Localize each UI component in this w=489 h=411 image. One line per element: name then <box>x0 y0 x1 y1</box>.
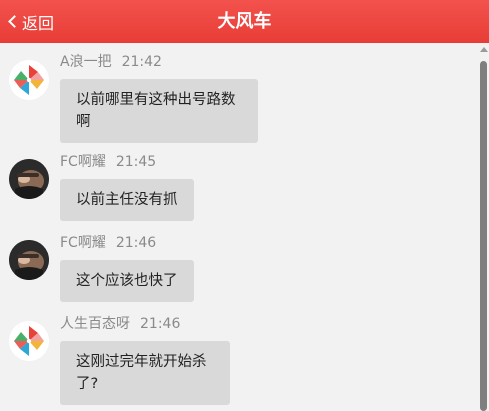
avatar[interactable] <box>9 60 49 100</box>
pinwheel-icon <box>9 321 49 361</box>
message-meta: FC啊耀 21:45 <box>60 151 156 171</box>
username[interactable]: 人生百态呀 <box>60 316 130 332</box>
page-title: 大风车 <box>217 11 272 32</box>
timestamp: 21:46 <box>140 316 181 332</box>
user-photo-icon <box>9 240 49 280</box>
message-meta: 人生百态呀 21:46 <box>60 313 180 333</box>
scrollbar-thumb[interactable] <box>480 61 487 411</box>
avatar[interactable] <box>9 321 49 361</box>
timestamp: 21:42 <box>121 54 162 70</box>
user-photo-icon <box>9 159 49 199</box>
app-header: 返回 大风车 <box>0 0 489 43</box>
avatar[interactable] <box>9 159 49 199</box>
scroll-up-arrow-icon[interactable] <box>480 47 488 52</box>
username[interactable]: FC啊耀 <box>60 235 106 251</box>
message-meta: A浪一把 21:42 <box>60 51 162 71</box>
message-meta: FC啊耀 21:46 <box>60 232 156 252</box>
timestamp: 21:45 <box>115 154 157 170</box>
timestamp: 21:46 <box>115 235 157 251</box>
message-bubble: 这个应该也快了 <box>60 260 194 302</box>
message-bubble: 以前哪里有这种出号路数啊 <box>60 79 258 143</box>
scrollbar[interactable] <box>478 43 489 411</box>
chat-list[interactable]: A浪一把 21:42 以前哪里有这种出号路数啊 FC啊耀 21:45 以前主任没有抓 <box>0 43 476 411</box>
pinwheel-icon <box>9 60 49 100</box>
message-bubble: 以前主任没有抓 <box>60 179 194 221</box>
message-bubble: 这刚过完年就开始杀了? <box>60 341 230 405</box>
avatar[interactable] <box>9 240 49 280</box>
username[interactable]: A浪一把 <box>60 54 112 70</box>
username[interactable]: FC啊耀 <box>60 154 106 170</box>
